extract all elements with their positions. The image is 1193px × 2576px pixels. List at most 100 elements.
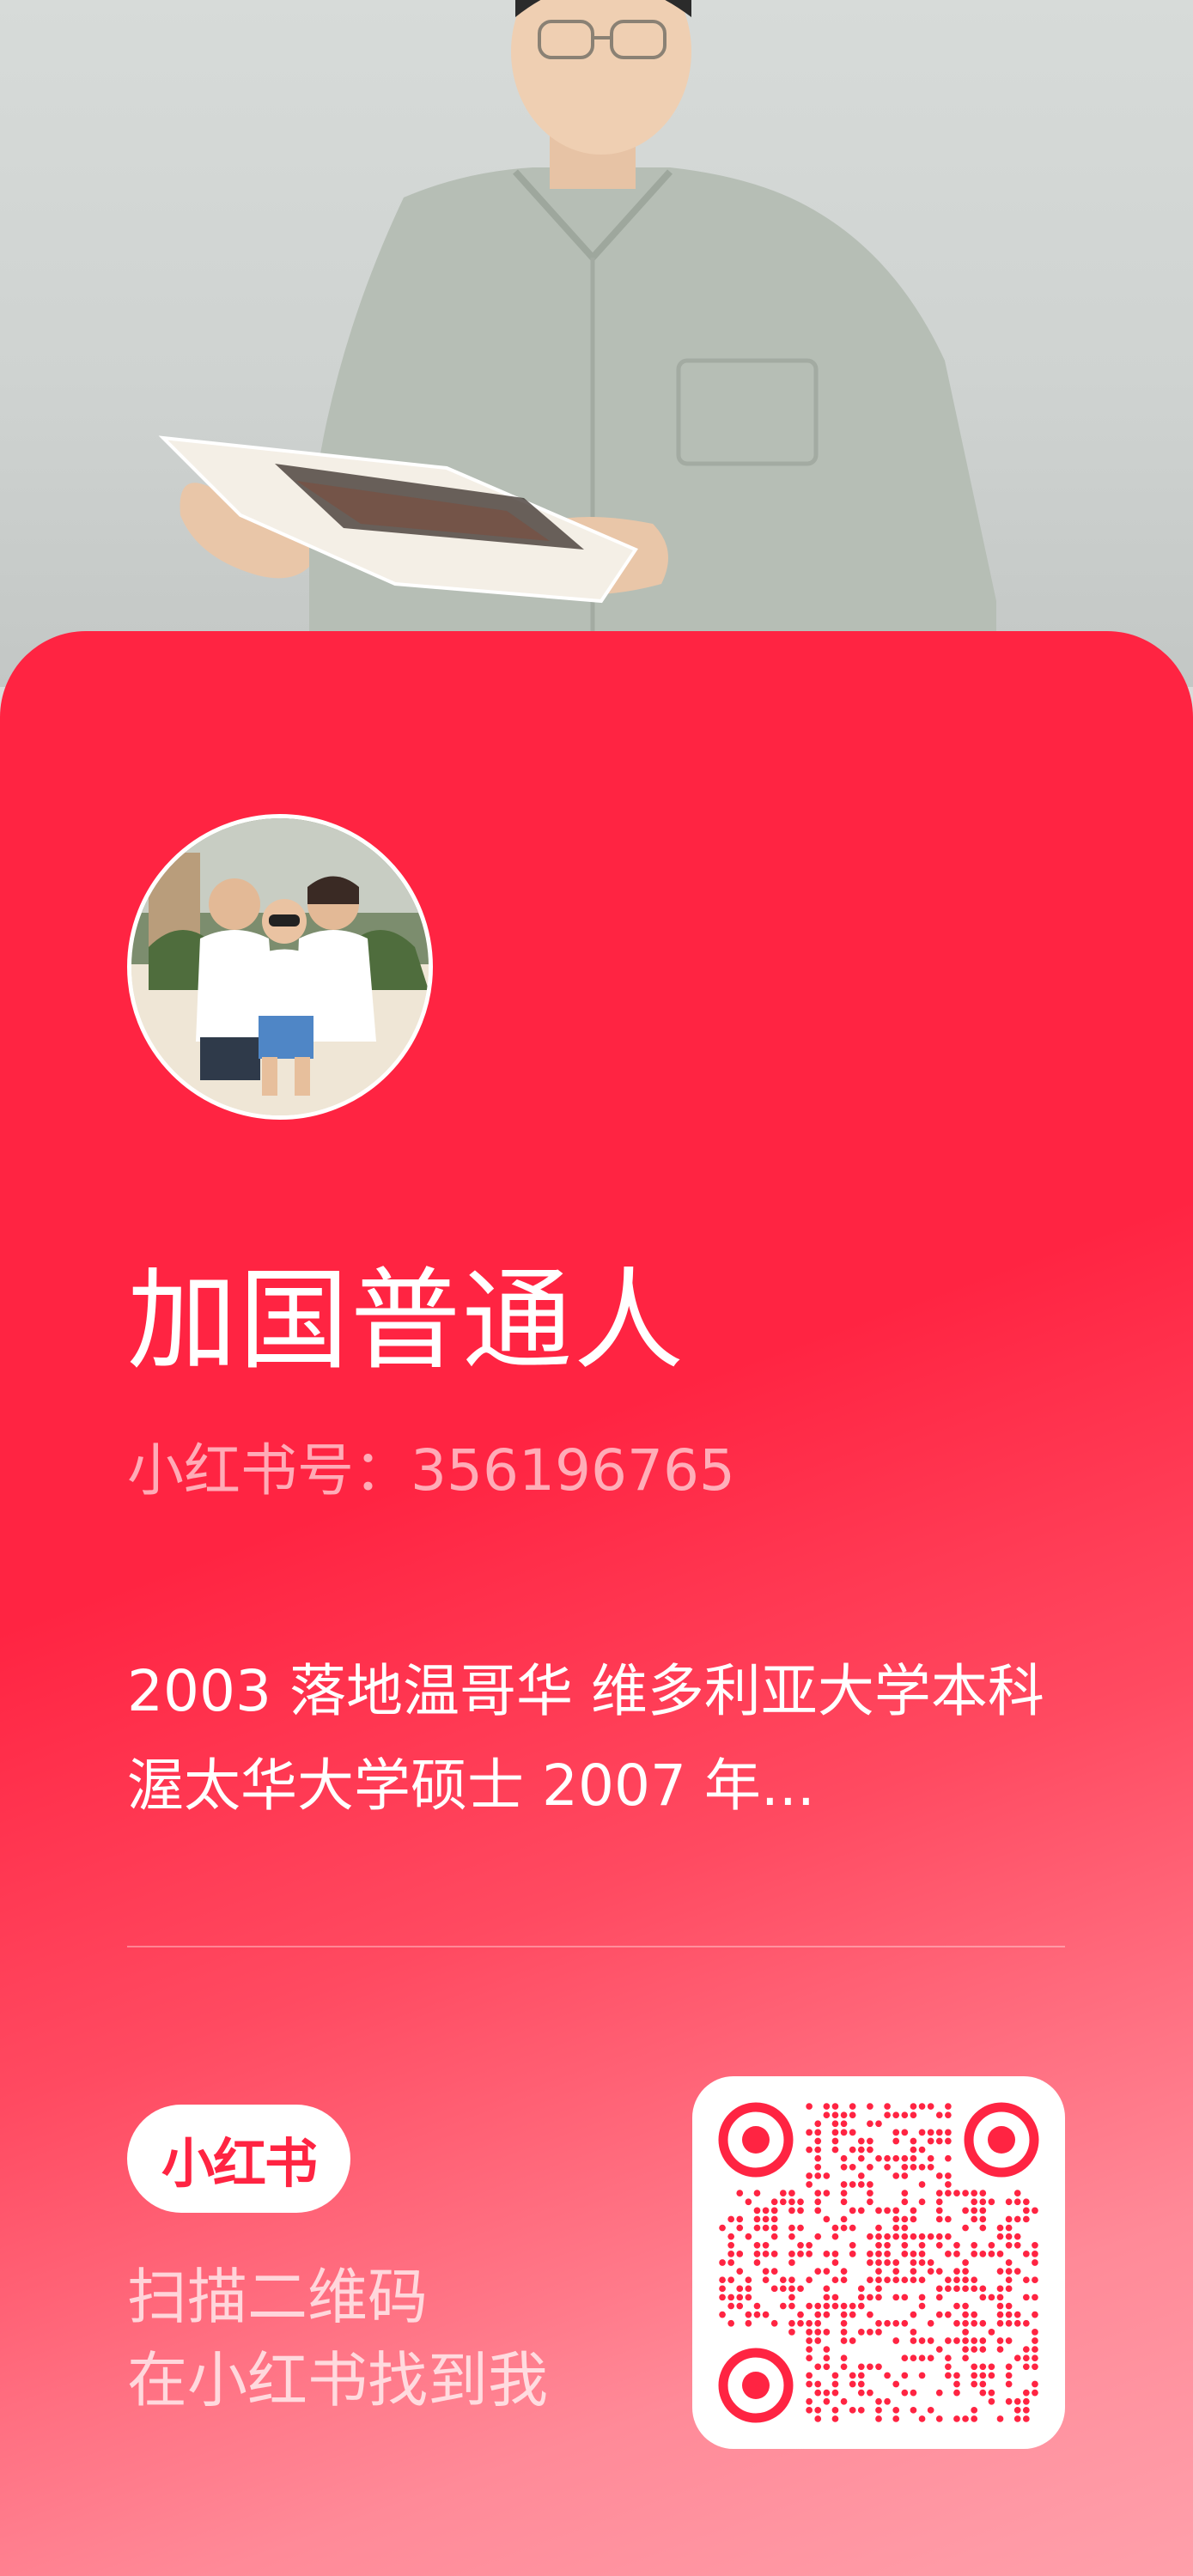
profile-share-card-page: 加国普通人 小红书号：356196765 2003 落地温哥华 维多利亚大学本科…	[0, 0, 1193, 2576]
qr-module	[736, 2285, 744, 2293]
qr-module	[910, 2337, 917, 2344]
qr-module	[788, 2251, 795, 2257]
qr-module	[797, 2311, 804, 2318]
qr-module	[875, 2319, 882, 2327]
qr-module	[867, 2146, 873, 2154]
qr-module	[935, 2233, 943, 2240]
qr-module	[953, 2415, 960, 2422]
qr-module	[1013, 2198, 1021, 2206]
qr-module	[806, 2251, 813, 2257]
qr-module	[806, 2103, 813, 2110]
qr-module	[831, 2103, 839, 2110]
qr-module	[831, 2372, 839, 2379]
qr-module	[979, 2251, 987, 2257]
qr-module	[1032, 2337, 1038, 2344]
qr-module	[745, 2276, 752, 2284]
qr-module	[935, 2293, 943, 2301]
qr-module	[971, 2346, 978, 2353]
qr-module	[814, 2172, 822, 2179]
qr-module	[910, 2329, 917, 2336]
qr-module	[867, 2163, 873, 2171]
qr-module	[910, 2163, 917, 2171]
qr-module	[892, 2233, 900, 2240]
qr-module	[840, 2190, 848, 2196]
qr-module	[892, 2215, 900, 2223]
qr-module	[945, 2363, 952, 2371]
qr-module	[788, 2319, 795, 2327]
qr-module	[840, 2268, 848, 2275]
qr-module	[753, 2215, 761, 2223]
qr-module	[736, 2215, 744, 2223]
qr-module	[719, 2276, 726, 2284]
qr-module	[806, 2354, 813, 2362]
qr-module	[867, 2120, 873, 2128]
qr-module	[875, 2363, 882, 2371]
qr-module	[814, 2380, 822, 2388]
qr-module	[867, 2311, 873, 2318]
qr-module	[1013, 2415, 1021, 2422]
qr-module	[867, 2276, 873, 2284]
qr-module	[1005, 2224, 1013, 2232]
qr-module	[753, 2207, 761, 2215]
qr-module	[806, 2406, 813, 2414]
qr-module	[849, 2111, 856, 2119]
qr-module	[962, 2346, 969, 2353]
qr-module	[953, 2251, 960, 2257]
qr-module	[935, 2137, 943, 2145]
qr-module	[910, 2311, 917, 2318]
qr-module	[1013, 2233, 1021, 2240]
qr-module	[910, 2251, 917, 2257]
qr-module	[814, 2137, 822, 2145]
qr-module	[857, 2285, 865, 2293]
qr-module	[849, 2251, 856, 2257]
qr-module	[927, 2354, 934, 2362]
qr-module	[753, 2302, 761, 2310]
qr-module	[892, 2111, 900, 2119]
qr-module	[831, 2293, 839, 2301]
qr-module	[840, 2111, 848, 2119]
qr-module	[1013, 2319, 1021, 2327]
qr-module	[875, 2154, 882, 2162]
qr-module	[849, 2224, 856, 2232]
qr-module	[945, 2181, 952, 2188]
qr-module	[884, 2319, 891, 2327]
qr-module	[996, 2319, 1004, 2327]
qr-module	[788, 2198, 795, 2206]
qr-module	[814, 2311, 822, 2318]
qr-module	[910, 2268, 917, 2275]
qr-module	[840, 2120, 848, 2128]
qr-module	[884, 2397, 891, 2405]
qr-module	[962, 2285, 969, 2293]
scan-instruction-line-2: 在小红书找到我	[127, 2345, 548, 2415]
qr-module	[901, 2224, 909, 2232]
qr-module	[971, 2241, 978, 2249]
qr-module	[962, 2276, 969, 2284]
qr-module	[892, 2380, 900, 2388]
qr-module	[867, 2137, 873, 2145]
qr-module	[953, 2302, 960, 2310]
qr-module	[1022, 2207, 1030, 2215]
qr-module	[762, 2251, 770, 2257]
qr-module	[875, 2241, 882, 2249]
qr-module	[814, 2207, 822, 2215]
qr-finder-top-left	[718, 2102, 794, 2178]
qr-module	[831, 2259, 839, 2266]
qr-module	[1005, 2276, 1013, 2284]
qr-module	[979, 2293, 987, 2301]
qr-module	[927, 2137, 934, 2145]
qr-module	[901, 2215, 909, 2223]
qr-module	[979, 2389, 987, 2397]
qr-module	[814, 2198, 822, 2206]
qr-module	[857, 2406, 865, 2414]
qr-finder-top-right	[964, 2102, 1039, 2178]
qr-module	[770, 2285, 778, 2293]
qr-module	[892, 2319, 900, 2327]
qr-module	[788, 2207, 795, 2215]
qr-module	[892, 2268, 900, 2275]
qr-module	[840, 2154, 848, 2162]
qr-module	[962, 2337, 969, 2344]
qr-module	[910, 2215, 917, 2223]
qr-module	[779, 2302, 787, 2310]
qr-module	[1032, 2389, 1038, 2397]
qr-module	[884, 2207, 891, 2215]
